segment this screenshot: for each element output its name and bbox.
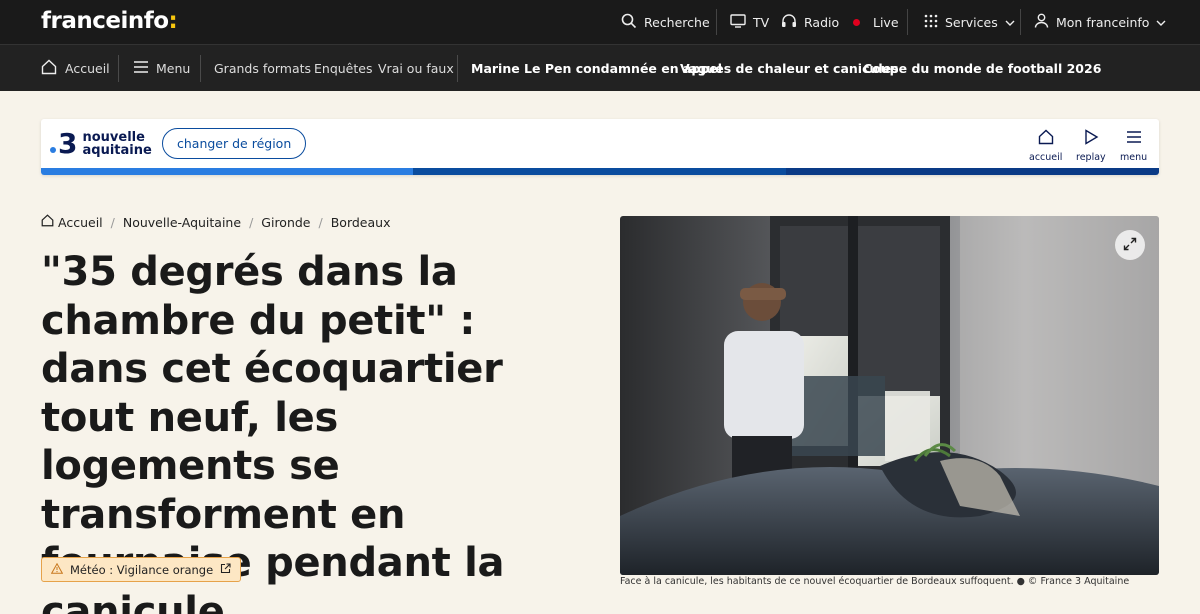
- nav-home[interactable]: Accueil: [41, 45, 110, 91]
- grid-icon: [924, 14, 938, 31]
- tv-link[interactable]: TV: [730, 0, 769, 44]
- top-bar: franceinfo: Recherche TV Radio Live Serv…: [0, 0, 1200, 44]
- divider: [457, 55, 458, 82]
- region-menu-label: menu: [1120, 152, 1148, 163]
- france3-nouvelle-aquitaine-logo[interactable]: 3 nouvelle aquitaine: [50, 130, 152, 158]
- divider: [716, 9, 717, 35]
- article-photo[interactable]: [620, 216, 1159, 575]
- region-name-line2: aquitaine: [82, 143, 152, 158]
- expand-icon: [1123, 236, 1137, 255]
- region-name: nouvelle aquitaine: [82, 131, 151, 157]
- photo-caption: Face à la canicule, les habitants de ce …: [620, 576, 1130, 587]
- breadcrumb: Accueil / Nouvelle-Aquitaine / Gironde /…: [41, 214, 390, 230]
- nav-link-vrai-ou-faux[interactable]: Vrai ou faux: [378, 45, 454, 91]
- headphones-icon: [781, 13, 797, 31]
- region-stripe-segment: [786, 168, 1159, 175]
- breadcrumb-item-gironde[interactable]: Gironde: [261, 215, 310, 230]
- live-link[interactable]: Live: [853, 0, 899, 44]
- divider: [118, 55, 119, 82]
- nav-link-grands-formats[interactable]: Grands formats: [214, 45, 311, 91]
- nav-link-label: Grands formats: [214, 60, 312, 76]
- nav-link-enquetes[interactable]: Enquêtes: [314, 45, 372, 91]
- breadcrumb-separator: /: [110, 214, 115, 230]
- weather-alert-label: Météo : Vigilance orange: [70, 562, 214, 577]
- external-link-icon: [220, 562, 231, 577]
- play-icon: [1083, 129, 1099, 148]
- divider: [907, 9, 908, 35]
- home-icon: [1038, 129, 1054, 148]
- weather-alert-tag[interactable]: Météo : Vigilance orange: [41, 557, 242, 582]
- live-dot-icon: [853, 18, 860, 26]
- chevron-down-icon: [1005, 15, 1015, 30]
- logo-text: franceinfo: [41, 8, 169, 34]
- search-button[interactable]: Recherche: [621, 0, 710, 44]
- services-menu[interactable]: Services: [924, 0, 1015, 44]
- nav-topic-label: Coupe du monde de football 2026: [863, 60, 1102, 76]
- account-label: Mon franceinfo: [1056, 14, 1150, 30]
- radio-link[interactable]: Radio: [781, 0, 839, 44]
- region-stripe-segment: [41, 168, 413, 175]
- nav-menu-label: Menu: [156, 60, 191, 76]
- home-icon: [41, 59, 57, 78]
- region-stripe-segment: [413, 168, 786, 175]
- breadcrumb-separator: /: [249, 214, 254, 230]
- search-icon: [621, 13, 637, 32]
- nav-topic-coupe-du-monde[interactable]: Coupe du monde de football 2026: [863, 45, 1101, 91]
- franceinfo-logo[interactable]: franceinfo:: [41, 8, 178, 34]
- user-icon: [1034, 13, 1049, 31]
- breadcrumb-item-bordeaux[interactable]: Bordeaux: [331, 215, 391, 230]
- hamburger-icon: [1126, 129, 1142, 148]
- radio-label: Radio: [804, 14, 840, 30]
- breadcrumb-separator: /: [318, 214, 323, 230]
- tv-label: TV: [753, 14, 770, 30]
- tv-icon: [730, 13, 746, 31]
- expand-photo-button[interactable]: [1115, 230, 1145, 260]
- region-number: 3: [58, 127, 78, 160]
- nav-link-label: Vrai ou faux: [378, 60, 454, 76]
- region-header: 3 nouvelle aquitaine changer de région a…: [41, 119, 1159, 175]
- logo-dot-icon: [50, 147, 56, 153]
- services-label: Services: [945, 14, 998, 30]
- region-replay-label: replay: [1076, 152, 1106, 163]
- region-replay-button[interactable]: replay: [1076, 129, 1106, 163]
- divider: [200, 55, 201, 82]
- home-icon: [41, 214, 54, 230]
- warning-icon: [50, 562, 64, 577]
- photo-illustration: [620, 216, 1159, 575]
- nav-link-label: Enquêtes: [314, 60, 373, 76]
- main-navbar: Accueil Menu Grands formats Enquêtes Vra…: [0, 44, 1200, 91]
- breadcrumb-item-accueil[interactable]: Accueil: [58, 215, 103, 230]
- logo-colon: :: [168, 8, 178, 34]
- divider: [1020, 9, 1021, 35]
- chevron-down-icon: [1156, 15, 1166, 30]
- breadcrumb-item-nouvelle-aquitaine[interactable]: Nouvelle-Aquitaine: [123, 215, 241, 230]
- hamburger-icon: [134, 60, 148, 76]
- region-menu-button[interactable]: menu: [1120, 129, 1147, 163]
- nav-menu[interactable]: Menu: [134, 45, 190, 91]
- region-home-button[interactable]: accueil: [1029, 129, 1062, 163]
- account-menu[interactable]: Mon franceinfo: [1034, 0, 1166, 44]
- nav-home-label: Accueil: [65, 60, 110, 76]
- search-label: Recherche: [644, 14, 710, 30]
- live-label: Live: [873, 14, 899, 30]
- change-region-button[interactable]: changer de région: [162, 128, 307, 159]
- region-home-label: accueil: [1029, 152, 1063, 163]
